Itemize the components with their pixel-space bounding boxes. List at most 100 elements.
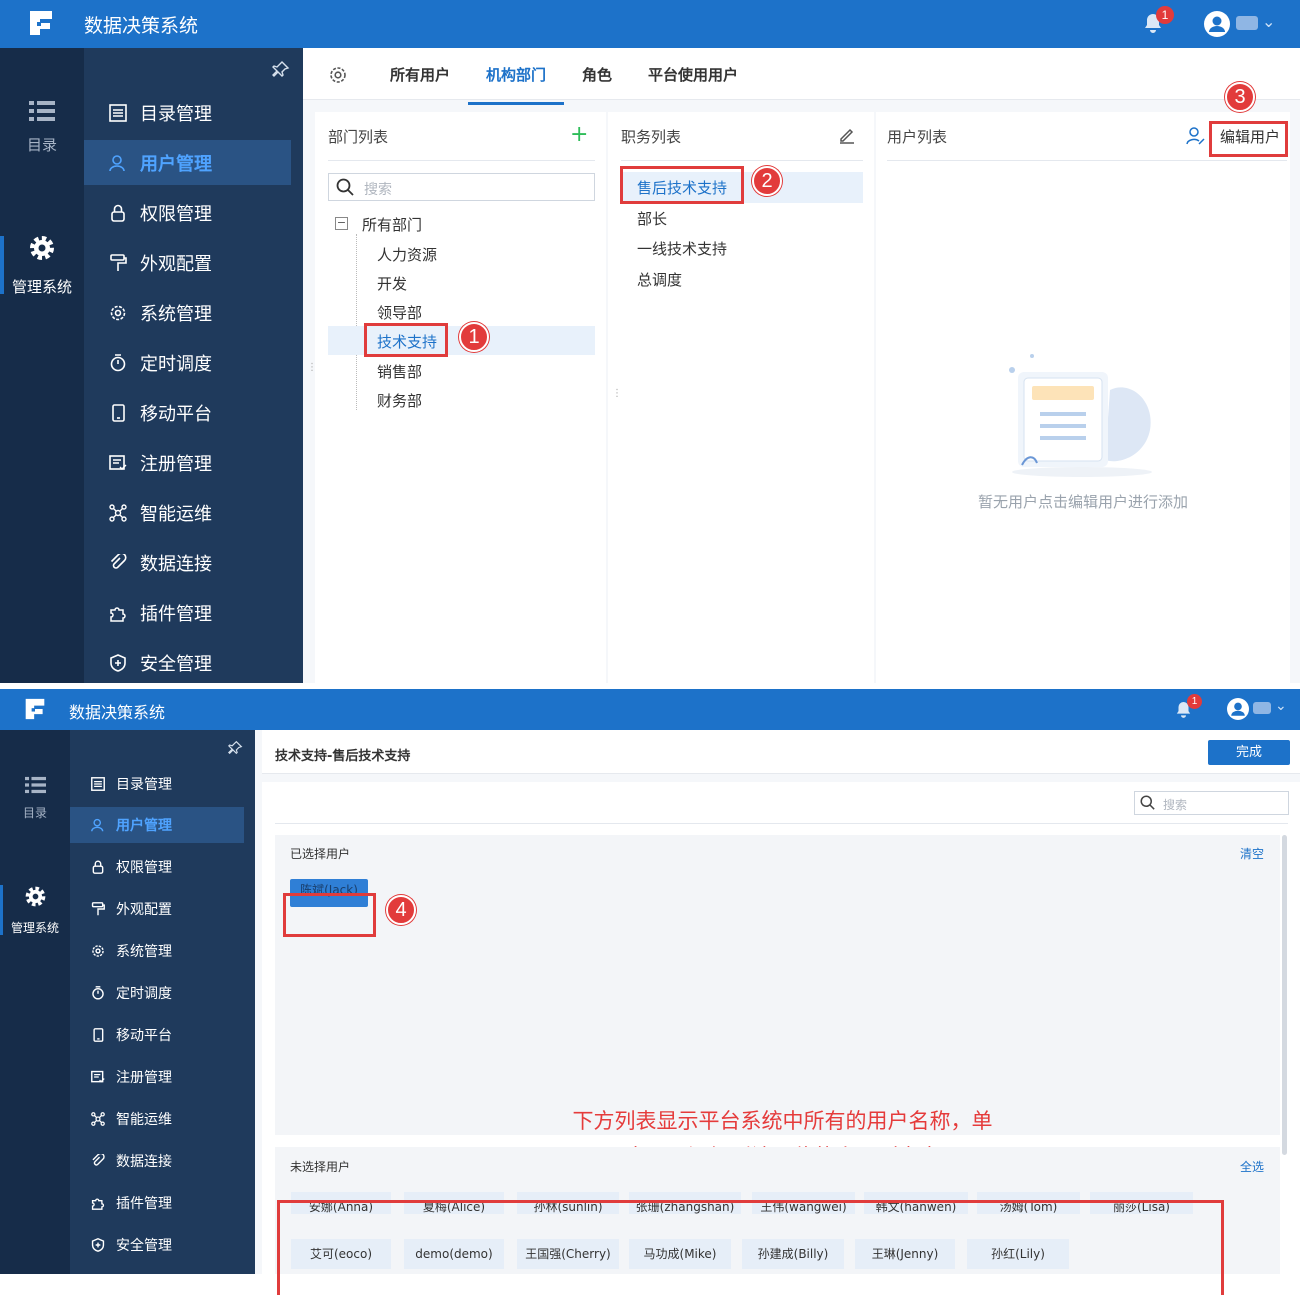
chevron-down-icon[interactable]: ⌄ [1275, 698, 1287, 714]
empty-state-text: 暂无用户点击编辑用户进行添加 [977, 493, 1188, 511]
nav-item-permissions[interactable]: 权限管理 [84, 190, 303, 235]
shield-icon [90, 1238, 106, 1252]
link-icon [108, 553, 128, 572]
nav-label: 数据连接 [140, 553, 212, 575]
resize-handle[interactable]: ⋮ [307, 362, 317, 373]
nav-label: 用户管理 [140, 153, 212, 175]
settings-icon [90, 944, 106, 958]
nav-item-ops[interactable]: 智能运维 [84, 490, 303, 535]
nav-item-users[interactable]: 用户管理 [84, 140, 291, 185]
done-button[interactable]: 完成 [1208, 740, 1290, 765]
mobile-icon [108, 403, 128, 422]
add-icon[interactable]: + [570, 124, 588, 146]
duty-item[interactable]: 部长 [637, 208, 667, 229]
highlight-box [620, 166, 744, 204]
top-bar: 数据决策系统 1 ⌄ [0, 0, 1300, 48]
highlight-box [1209, 121, 1288, 157]
tree-item[interactable]: 人力资源 [377, 244, 437, 265]
tab-departments[interactable]: 机构部门 [468, 64, 565, 105]
resize-handle[interactable]: ⋮ [612, 388, 622, 399]
user-icon [108, 154, 128, 172]
nav-item-users[interactable]: 用户管理 [70, 807, 244, 843]
nav-item-system[interactable]: 系统管理 [70, 933, 255, 969]
unpin-icon[interactable] [272, 60, 290, 82]
timer-icon [90, 986, 106, 1000]
rail-item-admin[interactable]: 管理系统 [0, 234, 84, 297]
nav-item-register[interactable]: 注册管理 [84, 440, 303, 485]
empty-illustration [1000, 350, 1165, 484]
chevron-down-icon[interactable]: ⌄ [1262, 12, 1275, 31]
tree-item[interactable]: 开发 [377, 273, 407, 294]
tree-root[interactable]: 所有部门 [362, 214, 422, 235]
divider [328, 160, 595, 161]
nav-item-catalog[interactable]: 目录管理 [84, 90, 303, 135]
nav-item-security[interactable]: 安全管理 [70, 1227, 255, 1263]
timer-icon [108, 353, 128, 372]
nav-label: 系统管理 [140, 303, 212, 325]
nav-item-plugins[interactable]: 插件管理 [70, 1185, 255, 1221]
nav-item-schedule[interactable]: 定时调度 [70, 975, 255, 1011]
settings-tab-icon[interactable] [328, 65, 348, 89]
user-search[interactable] [1134, 791, 1289, 815]
tab-platform-users[interactable]: 平台使用用户 [648, 64, 738, 85]
rail-item-catalog[interactable]: 目录 [0, 100, 84, 155]
duty-item[interactable]: 一线技术支持 [637, 238, 727, 259]
settings-icon [108, 304, 128, 322]
tab-all-users[interactable]: 所有用户 [390, 64, 450, 85]
duty-item[interactable]: 总调度 [637, 269, 682, 290]
avatar[interactable] [1227, 698, 1249, 720]
divider [887, 160, 1287, 161]
user-panel-title: 用户列表 [887, 128, 948, 146]
search-icon [1140, 795, 1155, 814]
nav-label: 系统管理 [116, 944, 172, 960]
tabs: 所有用户 机构部门 角色 平台使用用户 [390, 64, 738, 105]
scrollbar[interactable] [1282, 835, 1287, 1155]
logo [28, 9, 54, 37]
lock-icon [108, 204, 128, 222]
nav-label: 智能运维 [116, 1112, 172, 1128]
clear-link[interactable]: 清空 [1240, 845, 1264, 862]
unselected-users-title: 未选择用户 [290, 1160, 351, 1174]
nav-item-dataconn[interactable]: 数据连接 [84, 540, 303, 585]
left-rail-2: 目录 管理系统 [0, 730, 70, 1274]
list-icon [0, 776, 70, 800]
nav-item-ops[interactable]: 智能运维 [70, 1101, 255, 1137]
tab-roles[interactable]: 角色 [582, 64, 612, 85]
nav-item-appearance[interactable]: 外观配置 [84, 240, 303, 285]
top-bar-2: 数据决策系统 1 ⌄ [0, 689, 1300, 730]
rail-admin-label: 管理系统 [10, 921, 59, 935]
nav-item-mobile[interactable]: 移动平台 [70, 1017, 255, 1053]
nav-item-register[interactable]: 注册管理 [70, 1059, 255, 1095]
nav-item-appearance[interactable]: 外观配置 [70, 891, 255, 927]
divider [275, 823, 1288, 824]
nav-item-plugins[interactable]: 插件管理 [84, 590, 303, 635]
nav-label: 插件管理 [116, 1196, 172, 1212]
nav-item-schedule[interactable]: 定时调度 [84, 340, 303, 385]
nav-label: 智能运维 [140, 503, 212, 525]
highlight-box [283, 893, 376, 937]
tree-item[interactable]: 领导部 [377, 302, 422, 323]
register-icon [90, 1070, 106, 1084]
nav-item-catalog[interactable]: 目录管理 [70, 766, 255, 802]
link-icon [90, 1154, 106, 1168]
nav-item-mobile[interactable]: 移动平台 [84, 390, 303, 435]
tree-item[interactable]: 财务部 [377, 390, 422, 411]
edit-icon[interactable] [838, 126, 856, 148]
avatar[interactable] [1204, 11, 1230, 37]
nav-item-security[interactable]: 安全管理 [84, 640, 303, 685]
collapse-icon[interactable]: − [335, 217, 348, 230]
nav-item-permissions[interactable]: 权限管理 [70, 849, 255, 885]
rail-item-catalog[interactable]: 目录 [0, 776, 70, 821]
catalog-icon [90, 777, 106, 791]
rail-item-admin[interactable]: 管理系统 [0, 885, 70, 936]
edit-user-icon[interactable] [1186, 126, 1206, 150]
nav-item-system[interactable]: 系统管理 [84, 290, 303, 335]
nav-item-dataconn[interactable]: 数据连接 [70, 1143, 255, 1179]
select-all-link[interactable]: 全选 [1240, 1158, 1264, 1175]
logo [24, 697, 46, 721]
notification-badge: 1 [1156, 6, 1174, 24]
unpin-icon[interactable] [228, 740, 243, 759]
nav-label: 外观配置 [116, 902, 172, 918]
nav-sidebar-2: 目录管理 用户管理 权限管理 外观配置 系统管理 定时调度 移动平台 注册管理 … [70, 730, 255, 1274]
tree-item[interactable]: 销售部 [377, 361, 422, 382]
